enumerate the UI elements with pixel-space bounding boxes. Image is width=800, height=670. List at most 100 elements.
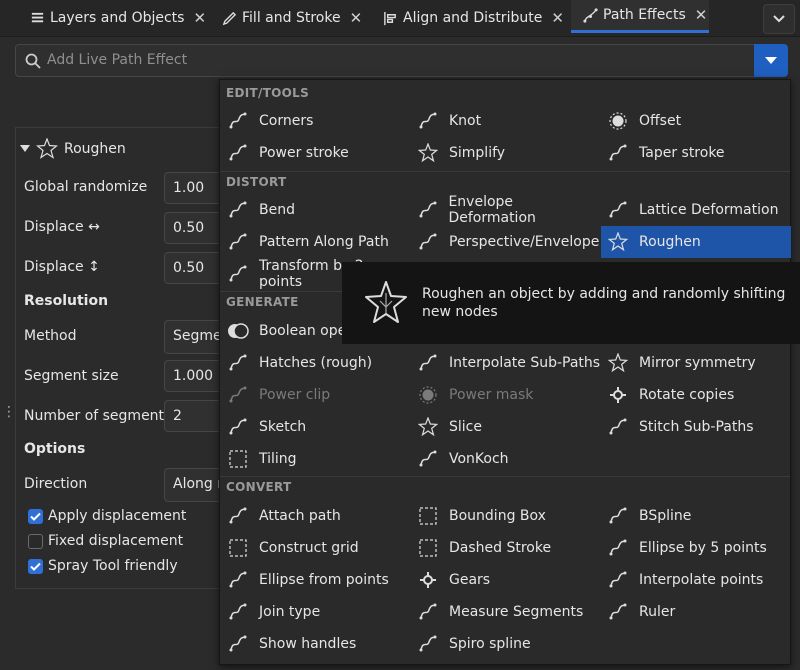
tab-layers-and-objects[interactable]: Layers and Objects ✕ [30, 0, 206, 36]
menu-item-simplify[interactable]: Simplify [411, 137, 601, 169]
displace-vertical-field[interactable]: 0.50 [164, 252, 224, 284]
menu-category-distort: DISTORT [226, 175, 287, 189]
expander-arrow-icon[interactable] [20, 145, 30, 153]
corners-icon [227, 110, 249, 132]
chevron-down-icon [773, 15, 785, 23]
options-heading: Options [24, 441, 86, 457]
menu-item-bspline[interactable]: BSpline [601, 500, 791, 532]
menu-item-knot[interactable]: Knot [411, 105, 601, 137]
tab-path-effects[interactable]: Path Effects ✕ [571, 0, 709, 33]
perspective-icon [417, 231, 439, 253]
menu-item-corners[interactable]: Corners [221, 105, 411, 137]
tooltip-text: Roughen an object by adding and randomly… [422, 286, 786, 320]
menu-item-lattice-deformation[interactable]: Lattice Deformation [601, 194, 791, 226]
effect-name: Roughen [64, 141, 126, 157]
sketch-icon [227, 416, 249, 438]
menu-item-taper-stroke[interactable]: Taper stroke [601, 137, 791, 169]
menu-item-label: Slice [449, 419, 482, 435]
tab-label: Layers and Objects [50, 10, 185, 26]
menu-item-perspective-envelope[interactable]: Perspective/Envelope [411, 226, 601, 258]
search-input[interactable]: Add Live Path Effect [15, 44, 755, 77]
search-dropdown-button[interactable] [754, 44, 788, 77]
spray-tool-friendly-label[interactable]: Spray Tool friendly [48, 558, 178, 574]
close-icon[interactable]: ✕ [193, 9, 206, 27]
menu-item-envelope-deformation[interactable]: Envelope Deformation [411, 194, 601, 226]
resolution-heading: Resolution [24, 293, 109, 309]
segment-size-field[interactable]: 1.000 [164, 360, 224, 392]
hatches-icon [227, 352, 249, 374]
mirror-icon [607, 352, 629, 374]
menu-item-spiro-spline[interactable]: Spiro spline [411, 628, 601, 660]
menu-item-bounding-box[interactable]: Bounding Box [411, 500, 601, 532]
menu-item-ellipse-by-5-points[interactable]: Ellipse by 5 points [601, 532, 791, 564]
displace-horizontal-field[interactable]: 0.50 [164, 212, 224, 244]
spray-tool-friendly-checkbox[interactable] [28, 559, 43, 574]
gears-icon [417, 569, 439, 591]
menu-item-label: Simplify [449, 145, 506, 161]
global-randomize-field[interactable]: 1.00 [164, 172, 224, 204]
fixed-displacement-label[interactable]: Fixed displacement [48, 533, 183, 549]
measure-icon [417, 601, 439, 623]
number-of-segments-field[interactable]: 2 [164, 400, 224, 432]
menu-item-label: Power stroke [259, 145, 349, 161]
effect-header[interactable]: Roughen [20, 138, 126, 160]
menu-item-slice[interactable]: Slice [411, 411, 601, 443]
menu-item-join-type[interactable]: Join type [221, 596, 411, 628]
menu-item-hatches-rough[interactable]: Hatches (rough) [221, 347, 411, 379]
menu-item-sketch[interactable]: Sketch [221, 411, 411, 443]
menu-category-edit: EDIT/TOOLS [226, 86, 310, 100]
search-placeholder: Add Live Path Effect [47, 52, 188, 68]
apply-displacement-label[interactable]: Apply displacement [48, 508, 186, 524]
fixed-displacement-checkbox[interactable] [28, 534, 43, 549]
menu-item-pattern-along-path[interactable]: Pattern Along Path [221, 226, 411, 258]
menu-item-ruler[interactable]: Ruler [601, 596, 791, 628]
menu-item-label: VonKoch [449, 451, 509, 467]
menu-item-ellipse-from-points[interactable]: Ellipse from points [221, 564, 411, 596]
menu-item-label: Corners [259, 113, 314, 129]
direction-select[interactable]: Along n [164, 468, 224, 502]
menu-item-bend[interactable]: Bend [221, 194, 411, 226]
menu-item-label: Dashed Stroke [449, 540, 552, 556]
tiling-icon [227, 448, 249, 470]
tab-menu-button[interactable] [763, 4, 795, 34]
menu-item-power-stroke[interactable]: Power stroke [221, 137, 411, 169]
close-icon[interactable]: ✕ [695, 6, 708, 24]
tab-fill-and-stroke[interactable]: Fill and Stroke ✕ [222, 0, 362, 36]
menu-item-show-handles[interactable]: Show handles [221, 628, 411, 660]
menu-item-label: Interpolate points [639, 572, 764, 588]
displace-horizontal-label: Displace ↔ [24, 219, 100, 235]
menu-item-rotate-copies[interactable]: Rotate copies [601, 379, 791, 411]
menu-item-offset[interactable]: Offset [601, 105, 791, 137]
menu-item-label: Bounding Box [449, 508, 546, 524]
tab-align-and-distribute[interactable]: Align and Distribute ✕ [383, 0, 564, 36]
menu-item-interpolate-sub-paths[interactable]: Interpolate Sub-Paths [411, 347, 601, 379]
power-mask-icon [417, 384, 439, 406]
show-handles-icon [227, 633, 249, 655]
direction-label: Direction [24, 476, 88, 492]
menu-item-vonkoch[interactable]: VonKoch [411, 443, 601, 475]
menu-item-interpolate-points[interactable]: Interpolate points [601, 564, 791, 596]
method-select[interactable]: Segme [164, 320, 224, 354]
transform-icon [227, 263, 249, 285]
menu-item-label: Spiro spline [449, 636, 531, 652]
power-stroke-icon [227, 142, 249, 164]
menu-item-gears[interactable]: Gears [411, 564, 601, 596]
grid-icon [227, 537, 249, 559]
menu-item-label: Tiling [259, 451, 297, 467]
simplify-icon [417, 142, 439, 164]
menu-item-mirror-symmetry[interactable]: Mirror symmetry [601, 347, 791, 379]
roughen-icon [365, 281, 407, 323]
panel-resize-grip[interactable]: ⋮ [2, 404, 16, 420]
menu-item-roughen[interactable]: Roughen [601, 226, 791, 258]
close-icon[interactable]: ✕ [350, 9, 363, 27]
menu-item-attach-path[interactable]: Attach path [221, 500, 411, 532]
menu-item-tiling[interactable]: Tiling [221, 443, 411, 475]
menu-item-construct-grid[interactable]: Construct grid [221, 532, 411, 564]
menu-item-label: Mirror symmetry [639, 355, 756, 371]
menu-item-measure-segments[interactable]: Measure Segments [411, 596, 601, 628]
apply-displacement-checkbox[interactable] [28, 509, 43, 524]
close-icon[interactable]: ✕ [551, 9, 564, 27]
menu-item-label: Ellipse by 5 points [639, 540, 767, 556]
menu-item-stitch-sub-paths[interactable]: Stitch Sub-Paths [601, 411, 791, 443]
menu-item-dashed-stroke[interactable]: Dashed Stroke [411, 532, 601, 564]
